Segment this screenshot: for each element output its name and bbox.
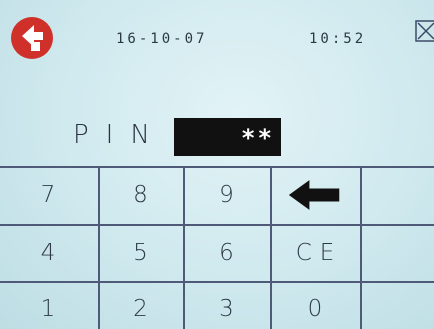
backspace-button[interactable] [270,166,360,224]
key-0[interactable]: 0 [270,281,360,329]
key-9[interactable]: 9 [183,166,270,224]
date-display: 16-10-07 [116,31,208,47]
key-label: 5 [133,239,148,266]
pin-label: PIN [73,120,167,150]
key-label: 9 [219,182,234,208]
terminal-screen: 16-10-07 10:52 PIN ** 7 8 9 4 5 6 CE 1 2 3 0 [0,0,434,329]
keypad-row-divider [0,224,434,226]
left-arrow-icon [288,180,340,210]
key-8[interactable]: 8 [98,166,183,224]
key-label: 3 [219,295,234,322]
key-1[interactable]: 1 [0,281,98,329]
key-label: 0 [307,295,323,322]
close-icon[interactable] [415,20,434,42]
key-6[interactable]: 6 [183,224,270,281]
key-label: 6 [219,239,234,266]
keypad-column-divider [183,166,185,329]
key-4[interactable]: 4 [0,224,98,281]
key-label: 2 [133,295,148,322]
keypad-column-divider [360,166,362,329]
key-label: 4 [40,239,56,266]
keypad-column-divider [98,166,100,329]
brand-logo-icon [11,17,53,59]
key-label: CE [295,239,343,266]
key-3[interactable]: 3 [183,281,270,329]
keypad-row-divider [0,281,434,283]
keypad-row-divider [0,166,434,168]
time-display: 10:52 [309,31,367,47]
key-7[interactable]: 7 [0,166,98,224]
key-label: 1 [40,295,56,322]
key-label: 7 [40,182,56,208]
key-label: 8 [133,182,148,208]
keypad-column-divider [270,166,272,329]
key-2[interactable]: 2 [98,281,183,329]
numeric-keypad: 7 8 9 4 5 6 CE 1 2 3 0 [0,166,434,329]
clear-entry-button[interactable]: CE [270,224,360,281]
pin-input[interactable]: ** [174,118,281,156]
key-5[interactable]: 5 [98,224,183,281]
